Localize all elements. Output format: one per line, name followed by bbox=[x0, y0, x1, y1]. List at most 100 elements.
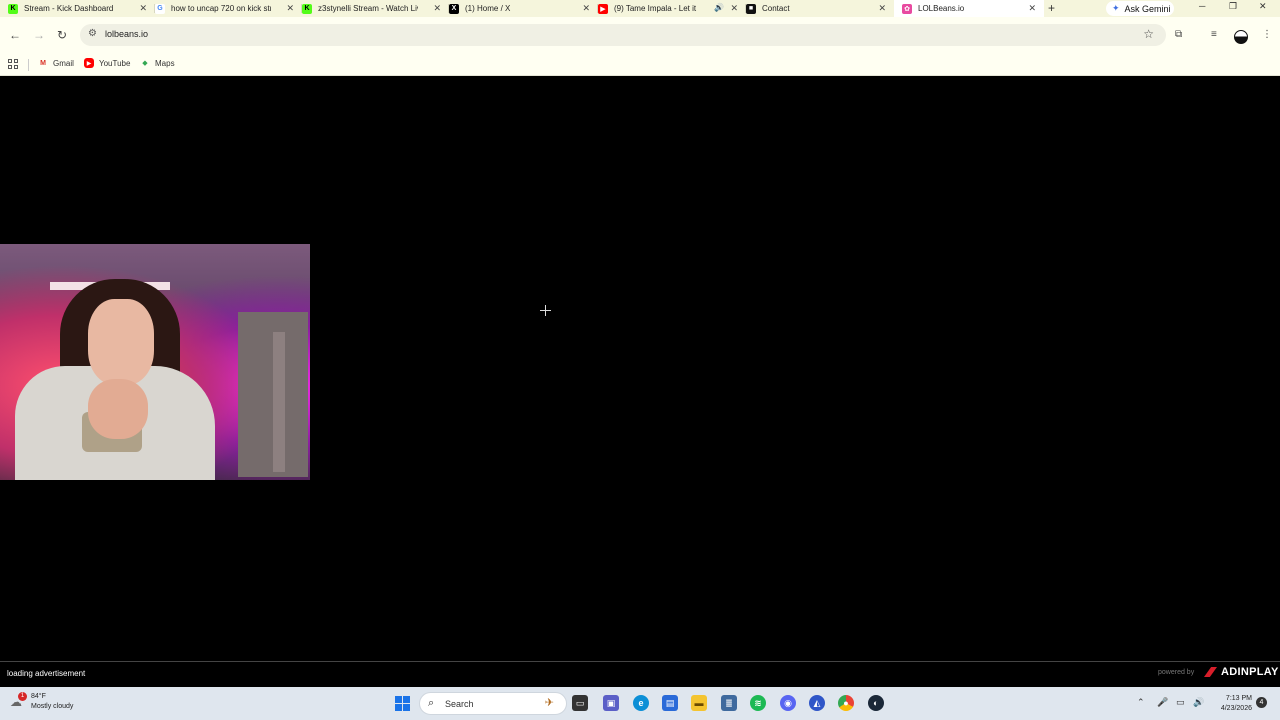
volume-icon[interactable]: 🔊 bbox=[1193, 697, 1204, 708]
microphone-icon[interactable]: 🎤 bbox=[1157, 697, 1168, 708]
tab-title: Contact bbox=[762, 4, 790, 13]
tab-kick-dashboard[interactable]: K Stream - Kick Dashboard ✕ bbox=[8, 0, 155, 17]
ad-loading-text: loading advertisement bbox=[7, 669, 86, 678]
tab-x-home[interactable]: X (1) Home / X ✕ bbox=[449, 0, 598, 17]
profile-avatar[interactable] bbox=[1234, 30, 1248, 44]
webcam-cat-tree bbox=[238, 312, 308, 477]
x-icon: X bbox=[449, 3, 459, 14]
close-icon[interactable]: ✕ bbox=[286, 3, 294, 14]
kick-icon: K bbox=[302, 3, 312, 14]
close-icon[interactable]: ✕ bbox=[433, 3, 441, 14]
windows-taskbar: ☁ 1 84°F Mostly cloudy ⌕ Search ✈ ▭ ▣ e … bbox=[0, 687, 1280, 720]
close-icon[interactable]: ✕ bbox=[139, 3, 147, 14]
tab-kick-stream[interactable]: K z3stynelli Stream - Watch Live ✕ bbox=[302, 0, 449, 17]
gmail-icon: M bbox=[40, 59, 46, 67]
browser-toolbar: ← → ↻ ⚙ lolbeans.io ☆ ⧉ ≡ ⋮ bbox=[0, 17, 1280, 54]
tab-title: (9) Tame Impala - Let it Happen bbox=[614, 4, 698, 13]
teams-icon[interactable]: ▣ bbox=[603, 695, 619, 711]
store-icon[interactable]: ▤ bbox=[662, 695, 678, 711]
chevron-up-icon[interactable]: ⌃ bbox=[1137, 697, 1145, 708]
bookmark-label: YouTube bbox=[99, 58, 131, 68]
bookmarks-bar: M Gmail ▶ YouTube ◆ Maps bbox=[0, 54, 1280, 76]
adinplay-mark-icon bbox=[1204, 667, 1217, 677]
speaker-icon[interactable]: 🔊 bbox=[714, 3, 724, 12]
back-arrow-icon[interactable]: ← bbox=[9, 28, 21, 42]
lolbeans-icon: ✿ bbox=[902, 3, 912, 14]
youtube-icon: ▶ bbox=[84, 58, 94, 68]
tab-title: (1) Home / X bbox=[465, 4, 511, 13]
discord-icon[interactable]: ◉ bbox=[780, 695, 796, 711]
ad-bar: loading advertisement powered by ADINPLA… bbox=[0, 661, 1280, 687]
ask-gemini-button[interactable]: ✦ Ask Gemini bbox=[1106, 1, 1174, 16]
bookmarks-divider bbox=[28, 59, 29, 71]
bookmark-maps[interactable]: ◆ Maps bbox=[140, 58, 175, 68]
clock-time: 7:13 PM bbox=[1225, 695, 1252, 702]
webcam-overlay bbox=[0, 244, 310, 480]
youtube-icon: ▶ bbox=[598, 3, 608, 14]
tab-contact[interactable]: ■ Contact ✕ bbox=[746, 0, 894, 17]
bookmark-gmail[interactable]: M Gmail bbox=[38, 58, 74, 68]
adinplay-wordmark: ADINPLAY bbox=[1221, 666, 1279, 678]
close-icon[interactable]: ✕ bbox=[878, 3, 886, 14]
edge-icon[interactable]: e bbox=[633, 695, 649, 711]
reload-icon[interactable]: ↻ bbox=[57, 28, 67, 42]
webcam-person-face bbox=[88, 299, 154, 385]
weather-widget[interactable]: ☁ 1 84°F Mostly cloudy bbox=[10, 692, 73, 712]
taskbar-search-box[interactable]: ⌕ Search ✈ bbox=[419, 692, 567, 715]
address-bar[interactable]: ⚙ lolbeans.io ☆ bbox=[80, 24, 1166, 46]
media-controls-icon[interactable]: ≡ bbox=[1211, 29, 1217, 40]
tab-title: z3stynelli Stream - Watch Live bbox=[318, 4, 418, 13]
windows-start-icon[interactable] bbox=[395, 696, 410, 711]
close-icon[interactable]: ✕ bbox=[1028, 3, 1036, 14]
bookmark-star-icon[interactable]: ☆ bbox=[1143, 27, 1154, 41]
apps-grid-icon[interactable] bbox=[8, 59, 18, 69]
search-placeholder: Search bbox=[445, 699, 474, 709]
site-info-icon[interactable]: ⚙ bbox=[88, 28, 97, 39]
adinplay-logo[interactable]: ADINPLAY bbox=[1204, 666, 1279, 678]
webcam-person-hand bbox=[88, 379, 148, 439]
new-tab-button[interactable]: + bbox=[1048, 1, 1055, 15]
weather-alert-badge: 1 bbox=[18, 692, 27, 701]
forward-arrow-icon[interactable]: → bbox=[33, 28, 45, 42]
steam-icon[interactable]: ◐ bbox=[868, 695, 884, 711]
weather-description: Mostly cloudy bbox=[31, 703, 74, 710]
bookmark-label: Gmail bbox=[53, 58, 74, 68]
close-icon[interactable]: ✕ bbox=[582, 3, 590, 14]
tab-title: how to uncap 720 on kick stream bbox=[171, 4, 271, 13]
chrome-icon[interactable]: ● bbox=[838, 695, 854, 711]
task-view-icon[interactable]: ▭ bbox=[572, 695, 588, 711]
ask-gemini-label: Ask Gemini bbox=[1124, 3, 1171, 14]
search-highlight-icon: ✈ bbox=[544, 697, 554, 709]
weather-temperature: 84°F bbox=[31, 693, 46, 700]
restore-icon[interactable]: ❐ bbox=[1229, 1, 1237, 12]
tab-lolbeans[interactable]: ✿ LOLBeans.io ✕ bbox=[894, 0, 1044, 17]
clock-date: 4/23/2026 bbox=[1220, 705, 1252, 712]
lens-search-icon[interactable]: ⧉ bbox=[1175, 29, 1182, 40]
menu-kebab-icon[interactable]: ⋮ bbox=[1262, 29, 1272, 40]
game-canvas[interactable] bbox=[0, 76, 1280, 661]
spotify-icon[interactable]: ≋ bbox=[750, 695, 766, 711]
maps-icon: ◆ bbox=[142, 60, 148, 67]
google-icon: G bbox=[155, 3, 165, 14]
gemini-sparkle-icon: ✦ bbox=[1112, 3, 1120, 13]
close-icon[interactable]: ✕ bbox=[730, 3, 738, 14]
network-icon[interactable]: ▭ bbox=[1176, 697, 1185, 708]
minimize-icon[interactable]: ─ bbox=[1199, 1, 1205, 11]
file-explorer-icon[interactable]: ▬ bbox=[691, 695, 707, 711]
taskbar-clock[interactable]: 7:13 PM 4/23/2026 bbox=[1208, 694, 1252, 714]
app-icon-2[interactable]: ◭ bbox=[809, 695, 825, 711]
powered-by-text: powered by bbox=[1158, 669, 1195, 676]
search-icon: ⌕ bbox=[428, 697, 435, 709]
bookmark-label: Maps bbox=[155, 58, 175, 68]
notification-badge[interactable]: 4 bbox=[1256, 697, 1267, 708]
contact-icon: ■ bbox=[746, 3, 756, 14]
bookmark-youtube[interactable]: ▶ YouTube bbox=[84, 58, 130, 68]
tab-title: Stream - Kick Dashboard bbox=[24, 4, 114, 13]
cloud-icon: ☁ 1 bbox=[10, 692, 27, 709]
tab-strip: K Stream - Kick Dashboard ✕ G how to unc… bbox=[0, 0, 1280, 17]
tab-youtube[interactable]: ▶ (9) Tame Impala - Let it Happen 🔊 ✕ bbox=[598, 0, 746, 17]
tab-google-search[interactable]: G how to uncap 720 on kick stream ✕ bbox=[155, 0, 302, 17]
url-text[interactable]: lolbeans.io bbox=[105, 29, 148, 39]
close-window-icon[interactable]: ✕ bbox=[1259, 1, 1267, 12]
app-icon[interactable]: ≣ bbox=[721, 695, 737, 711]
